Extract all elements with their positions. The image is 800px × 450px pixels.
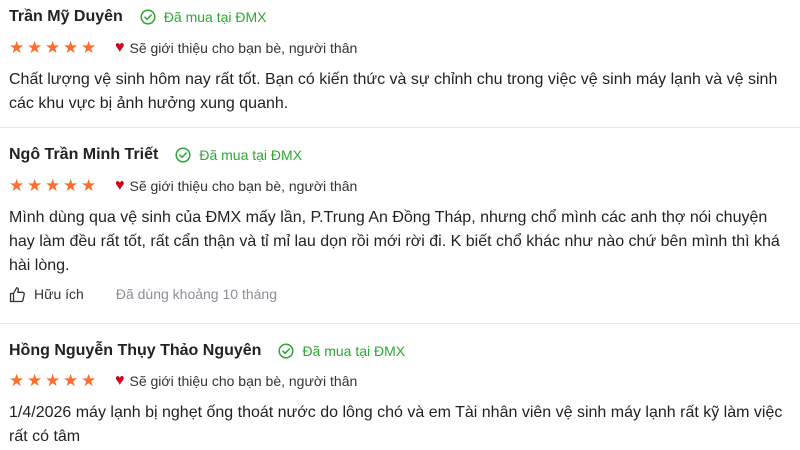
rating-row: ★ ★ ★ ★ ★ ♥ Sẽ giới thiệu cho bạn bè, ng… <box>9 371 357 391</box>
review-text-content: Chất lượng vệ sinh hôm nay rất tốt. Bạn … <box>9 71 778 112</box>
review-text: 1/4/2026 máy lạnh bị nghẹt ống thoát nướ… <box>9 404 783 445</box>
recommend-badge: ♥ Sẽ giới thiệu cho bạn bè, người thân <box>115 372 358 390</box>
review-item: Hồng Nguyễn Thụy Thảo Nguyên Đã mua tại … <box>0 324 800 450</box>
verified-label: Đã mua tại ĐMX <box>302 343 406 359</box>
check-circle-icon <box>140 9 156 25</box>
reviewer-name: Trần Mỹ Duyên <box>9 8 123 25</box>
star-icon: ★ <box>9 176 25 195</box>
star-icon: ★ <box>45 176 61 195</box>
star-icon: ★ <box>63 371 79 390</box>
review-text: Chất lượng vệ sinh hôm nay rất tốt. Bạn … <box>9 68 800 116</box>
reviewer-name: Hồng Nguyễn Thụy Thảo Nguyên <box>9 342 262 359</box>
star-icon: ★ <box>27 176 43 195</box>
recommend-label: Sẽ giới thiệu cho bạn bè, người thân <box>129 40 358 56</box>
heart-icon: ♥ <box>115 39 125 56</box>
verified-label: Đã mua tại ĐMX <box>163 9 267 25</box>
verified-label: Đã mua tại ĐMX <box>199 147 303 163</box>
review-header: Ngô Trần Minh Triết Đã mua tại ĐMX <box>9 143 302 167</box>
verified-purchase-badge: Đã mua tại ĐMX <box>278 343 405 359</box>
recommend-badge: ♥ Sẽ giới thiệu cho bạn bè, người thân <box>115 39 358 57</box>
review-item: Ngô Trần Minh Triết Đã mua tại ĐMX ★ ★ ★… <box>0 128 800 324</box>
star-icon: ★ <box>27 371 43 390</box>
star-icon: ★ <box>63 176 79 195</box>
star-icon: ★ <box>45 38 61 57</box>
recommend-label: Sẽ giới thiệu cho bạn bè, người thân <box>129 373 358 389</box>
review-item: Trần Mỹ Duyên Đã mua tại ĐMX ★ ★ ★ ★ ★ ♥… <box>0 0 800 128</box>
helpful-label: Hữu ích <box>34 286 84 302</box>
star-rating: ★ ★ ★ ★ ★ <box>9 39 99 57</box>
verified-purchase-badge: Đã mua tại ĐMX <box>140 9 267 25</box>
star-rating: ★ ★ ★ ★ ★ <box>9 177 99 195</box>
star-icon: ★ <box>63 38 79 57</box>
check-circle-icon <box>175 147 191 163</box>
star-icon: ★ <box>81 371 97 390</box>
heart-icon: ♥ <box>115 372 125 389</box>
usage-duration: Đã dùng khoảng 10 tháng <box>115 286 277 302</box>
rating-row: ★ ★ ★ ★ ★ ♥ Sẽ giới thiệu cho bạn bè, ng… <box>9 176 357 196</box>
recommend-badge: ♥ Sẽ giới thiệu cho bạn bè, người thân <box>115 177 358 195</box>
star-icon: ★ <box>81 176 97 195</box>
review-text: Mình dùng qua vệ sinh của ĐMX mấy lần, P… <box>9 209 780 274</box>
verified-purchase-badge: Đã mua tại ĐMX <box>175 147 302 163</box>
rating-row: ★ ★ ★ ★ ★ ♥ Sẽ giới thiệu cho bạn bè, ng… <box>9 38 357 58</box>
star-icon: ★ <box>9 371 25 390</box>
recommend-label: Sẽ giới thiệu cho bạn bè, người thân <box>129 178 358 194</box>
heart-icon: ♥ <box>115 177 125 194</box>
helpful-button[interactable]: Hữu ích <box>9 286 84 303</box>
star-icon: ★ <box>45 371 61 390</box>
star-rating: ★ ★ ★ ★ ★ <box>9 372 99 390</box>
star-icon: ★ <box>9 38 25 57</box>
thumbs-up-icon <box>9 286 25 302</box>
review-header: Trần Mỹ Duyên Đã mua tại ĐMX <box>9 5 267 29</box>
reviewer-name: Ngô Trần Minh Triết <box>9 146 159 163</box>
review-header: Hồng Nguyễn Thụy Thảo Nguyên Đã mua tại … <box>9 339 405 363</box>
star-icon: ★ <box>27 38 43 57</box>
review-actions: Hữu ích Đã dùng khoảng 10 tháng <box>9 284 277 304</box>
check-circle-icon <box>278 343 294 359</box>
star-icon: ★ <box>81 38 97 57</box>
